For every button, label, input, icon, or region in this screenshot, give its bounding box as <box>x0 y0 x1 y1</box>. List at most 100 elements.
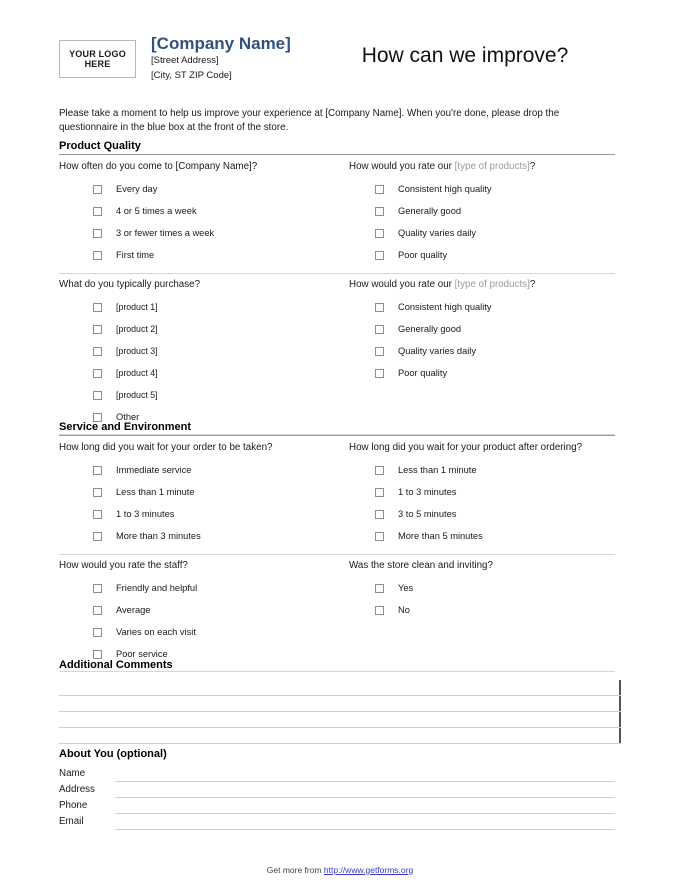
option-item[interactable]: Quality varies daily <box>349 223 615 245</box>
checkbox-icon[interactable] <box>93 532 102 542</box>
checkbox-icon[interactable] <box>375 488 384 498</box>
option-item[interactable]: Less than 1 minute <box>349 460 615 482</box>
company-name: [Company Name] <box>151 34 291 53</box>
option-item[interactable]: Friendly and helpful <box>59 577 337 599</box>
question-block-typical-purchase: What do you typically purchase? [product… <box>59 274 337 435</box>
option-item[interactable]: Immediate service <box>59 460 337 482</box>
field-row-phone: Phone <box>59 798 615 814</box>
option-item[interactable]: More than 5 minutes <box>349 526 615 548</box>
form-title: How can we improve? <box>361 44 569 67</box>
footer: Get more from http://www.getforms.org <box>0 865 680 875</box>
phone-input[interactable] <box>115 800 615 814</box>
option-item[interactable]: Generally good <box>349 318 615 340</box>
option-item[interactable]: Average <box>59 599 337 621</box>
option-item[interactable]: [product 4] <box>59 362 337 384</box>
section-about-you: About You (optional) Name Address Phone … <box>59 748 615 830</box>
checkbox-icon[interactable] <box>375 583 384 593</box>
option-item[interactable]: Poor quality <box>349 362 615 384</box>
checkbox-icon[interactable] <box>93 605 102 615</box>
option-item[interactable]: [product 3] <box>59 340 337 362</box>
checkbox-icon[interactable] <box>93 346 102 356</box>
option-label: Consistent high quality <box>398 301 492 312</box>
option-item[interactable]: Consistent high quality <box>349 179 615 201</box>
option-item[interactable]: 1 to 3 minutes <box>349 482 615 504</box>
checkbox-icon[interactable] <box>93 229 102 239</box>
field-row-address: Address <box>59 782 615 798</box>
checkbox-icon[interactable] <box>93 207 102 217</box>
option-item[interactable]: Less than 1 minute <box>59 482 337 504</box>
checkbox-icon[interactable] <box>93 251 102 261</box>
question-row: What do you typically purchase? [product… <box>59 274 615 436</box>
option-item[interactable]: 3 to 5 minutes <box>349 504 615 526</box>
comment-rule <box>59 743 621 744</box>
checkbox-icon[interactable] <box>375 532 384 542</box>
checkbox-icon[interactable] <box>93 627 102 637</box>
checkbox-icon[interactable] <box>375 346 384 356</box>
company-city-state-zip: [City, ST ZIP Code] <box>151 69 232 81</box>
checkbox-icon[interactable] <box>93 466 102 476</box>
section-title-additional-comments: Additional Comments <box>59 659 173 671</box>
checkbox-icon[interactable] <box>375 302 384 312</box>
option-label: Friendly and helpful <box>116 582 198 593</box>
option-label: 1 to 3 minutes <box>398 487 457 498</box>
option-label: Poor quality <box>398 367 448 378</box>
company-info: [Company Name] [Street Address] [City, S… <box>151 33 291 84</box>
option-item[interactable]: [product 5] <box>59 384 337 406</box>
checkbox-icon[interactable] <box>93 324 102 334</box>
option-item[interactable]: Poor quality <box>349 245 615 267</box>
question-label-placeholder: [type of products] <box>454 161 530 172</box>
option-label: More than 3 minutes <box>116 531 201 542</box>
footer-text: Get more from <box>266 865 324 875</box>
option-item[interactable]: Varies on each visit <box>59 621 337 643</box>
question-label-suffix: ? <box>529 278 536 290</box>
checkbox-icon[interactable] <box>375 466 384 476</box>
option-label: 1 to 3 minutes <box>116 509 175 520</box>
checkbox-icon[interactable] <box>93 649 102 659</box>
section-service-environment: Service and Environment How long did you… <box>59 421 615 673</box>
option-item[interactable]: [product 2] <box>59 318 337 340</box>
option-item[interactable]: Yes <box>349 577 615 599</box>
checkbox-icon[interactable] <box>375 510 384 520</box>
option-item[interactable]: Generally good <box>349 201 615 223</box>
option-item[interactable]: Quality varies daily <box>349 340 615 362</box>
checkbox-icon[interactable] <box>375 251 384 261</box>
option-item[interactable]: First time <box>59 245 337 267</box>
comments-input-area[interactable] <box>59 680 621 744</box>
checkbox-icon[interactable] <box>93 510 102 520</box>
field-row-name: Name <box>59 766 615 782</box>
checkbox-icon[interactable] <box>93 390 102 400</box>
checkbox-icon[interactable] <box>93 185 102 195</box>
option-label: [product 5] <box>116 390 158 401</box>
checkbox-icon[interactable] <box>93 302 102 312</box>
email-input[interactable] <box>115 816 615 830</box>
option-item[interactable]: No <box>349 599 615 621</box>
checkbox-icon[interactable] <box>375 368 384 378</box>
checkbox-icon[interactable] <box>375 229 384 239</box>
option-label: Quality varies daily <box>398 228 477 239</box>
option-item[interactable]: 4 or 5 times a week <box>59 201 337 223</box>
option-item[interactable]: Consistent high quality <box>349 296 615 318</box>
option-label: Every day <box>116 184 158 195</box>
option-label: [product 2] <box>116 324 158 335</box>
checkbox-icon[interactable] <box>93 368 102 378</box>
option-item[interactable]: 1 to 3 minutes <box>59 504 337 526</box>
checkbox-icon[interactable] <box>375 207 384 217</box>
name-input[interactable] <box>115 768 615 782</box>
checkbox-icon[interactable] <box>375 605 384 615</box>
question-label-placeholder: [type of products] <box>454 278 530 290</box>
checkbox-icon[interactable] <box>375 324 384 334</box>
question-block-product-wait: How long did you wait for your product a… <box>337 437 615 554</box>
option-item[interactable]: Every day <box>59 179 337 201</box>
option-label: Less than 1 minute <box>398 465 477 476</box>
address-input[interactable] <box>115 784 615 798</box>
checkbox-icon[interactable] <box>93 583 102 593</box>
checkbox-icon[interactable] <box>375 185 384 195</box>
option-item[interactable]: More than 3 minutes <box>59 526 337 548</box>
checkbox-icon[interactable] <box>93 488 102 498</box>
section-title-about-you: About You (optional) <box>59 748 167 760</box>
option-item[interactable]: [product 1] <box>59 296 337 318</box>
option-item[interactable]: 3 or fewer times a week <box>59 223 337 245</box>
question-label-prefix: How would you rate our <box>349 161 455 172</box>
footer-link[interactable]: http://www.getforms.org <box>324 865 413 875</box>
option-label: 4 or 5 times a week <box>116 206 197 217</box>
